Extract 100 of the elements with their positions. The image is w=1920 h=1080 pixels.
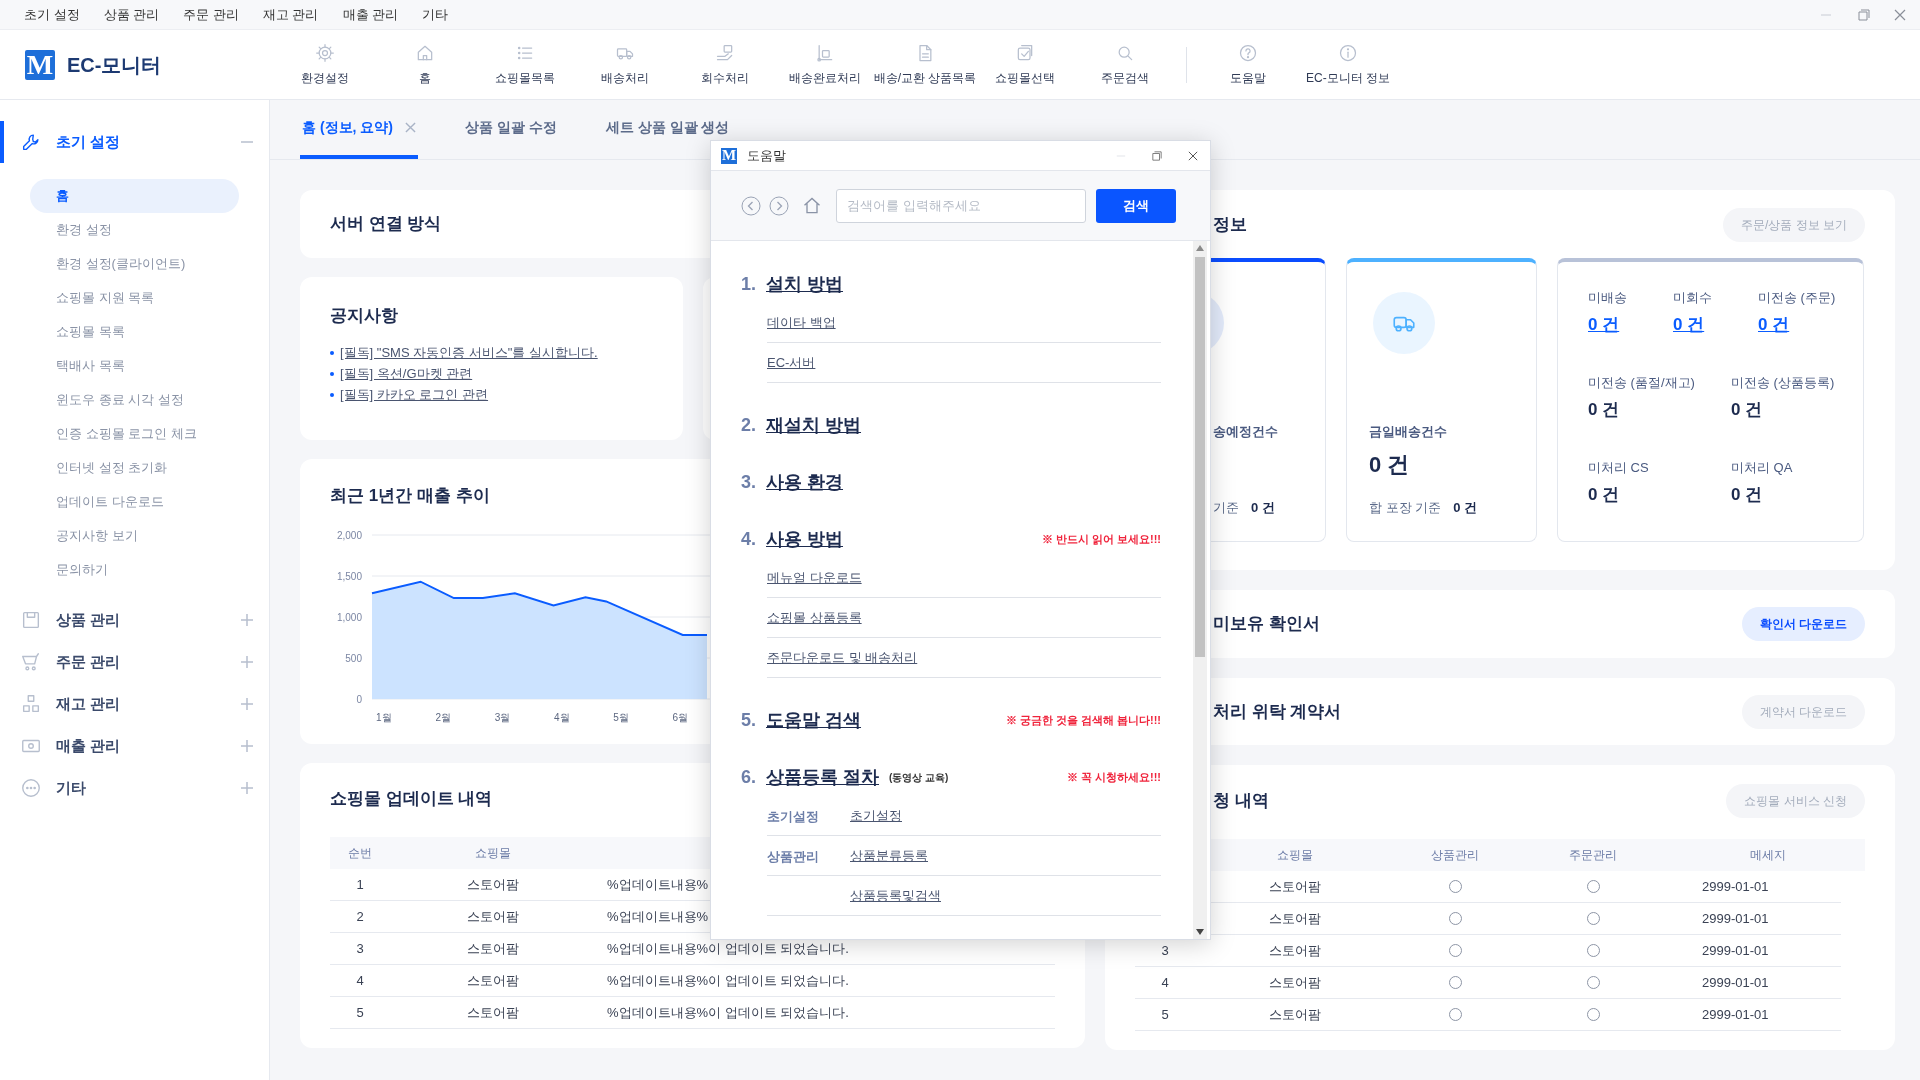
help-link[interactable]: 초기설정 (850, 805, 902, 826)
table-cell-text: 5 (355, 1003, 365, 1022)
toolbar-button[interactable]: EC-모니터 정보 (1298, 29, 1398, 100)
menu-item[interactable]: 기타 (410, 4, 461, 25)
plus-icon (241, 782, 253, 794)
stat-footer-label: 기준 (1213, 498, 1239, 517)
search-field[interactable]: 검색어를 입력해주세요 (836, 188, 1086, 223)
stat-link[interactable]: 0 건 (1588, 311, 1673, 337)
sidebar-section[interactable]: 상품 관리 (0, 599, 269, 641)
logo: M (721, 147, 737, 164)
scroll-up-icon[interactable] (1196, 245, 1204, 251)
menu-item[interactable]: 상품 관리 (91, 4, 172, 25)
bullet-icon (330, 393, 334, 397)
axis-label: 2,000 (336, 529, 362, 541)
section-link[interactable]: 사용 환경 (766, 468, 843, 496)
notice-link[interactable]: [필독] "SMS 자동인증 서비스"를 실시합니다. (340, 343, 598, 363)
toolbar-button[interactable]: 쇼핑몰선택 (975, 29, 1075, 100)
logo: M (25, 49, 55, 80)
column-header: 메세지 (1749, 847, 1787, 864)
section-number: 6. (741, 765, 757, 789)
section-number: 4. (741, 527, 757, 551)
tab[interactable]: 상품 일괄 수정 (463, 99, 559, 159)
section-link[interactable]: 재설치 방법 (766, 411, 861, 439)
restore-icon[interactable] (1152, 150, 1162, 161)
stat-footer-value: 0 건 (1453, 498, 1478, 517)
note-text: ※ 궁금한 것을 검색해 봅니다!!! (1005, 712, 1161, 728)
stat-label: 금일배송건수 (1369, 423, 1447, 441)
table-cell-text: 4 (355, 971, 365, 990)
table-cell-text: 스토어팜 (1268, 1005, 1322, 1024)
category-label: 초기설정 (767, 808, 819, 824)
table-cell-text: %업데이트내용%이 업데이트 되었습니다. (606, 1003, 850, 1022)
axis-label: 1월 (376, 711, 392, 723)
toolbar-button[interactable]: 주문검색 (1075, 29, 1175, 100)
checkbox-icon (1015, 42, 1035, 63)
sidebar-item[interactable]: 홈 (30, 179, 239, 213)
toolbar-button[interactable]: 배송처리 (575, 29, 675, 100)
notice-link[interactable]: [필독] 카카오 로그인 관련 (340, 385, 489, 405)
toolbar-button[interactable]: 쇼핑몰목록 (475, 29, 575, 100)
section-link[interactable]: 도움말 검색 (766, 706, 861, 734)
table-cell-text: 2 (355, 907, 365, 926)
help-link[interactable]: 데이타 백업 (767, 312, 836, 333)
restore-icon[interactable] (1858, 8, 1870, 21)
help-link[interactable]: 주문다운로드 및 배송처리 (767, 647, 918, 668)
sidebar-section[interactable]: 매출 관리 (0, 725, 269, 767)
plus-icon (241, 614, 253, 626)
table-cell-text: 스토어팜 (466, 1003, 520, 1022)
app-name: EC-모니터 (67, 52, 162, 78)
menu-item[interactable]: 주문 관리 (171, 4, 251, 25)
toolbar-button[interactable]: 도움말 (1198, 29, 1298, 100)
back-icon[interactable] (741, 195, 761, 216)
stat-footer-value: 0 건 (1251, 498, 1275, 517)
help-link[interactable]: 상품등록및검색 (850, 885, 941, 906)
axis-label: 5월 (613, 711, 629, 723)
axis-label: 6월 (672, 711, 689, 723)
table-cell-text: 2999-01-01 (1701, 877, 1770, 896)
stat-link[interactable]: 0 건 (1673, 311, 1758, 337)
sidebar-section[interactable]: 기타 (0, 767, 269, 809)
menu-item[interactable]: 초기 설정 (12, 4, 92, 25)
stat-value: 0 건 (1731, 483, 1764, 506)
menu-item[interactable]: 재고 관리 (250, 4, 331, 25)
toolbar-button[interactable]: 환경설정 (275, 29, 375, 100)
axis-label: 1,000 (336, 611, 362, 623)
axis-label: 3월 (494, 711, 511, 723)
download-button[interactable]: 확인서 다운로드 (1741, 607, 1865, 641)
toolbar-button[interactable]: 배송/교환 상품목록 (875, 29, 975, 100)
section-number: 2. (741, 413, 757, 437)
help-link[interactable]: 메뉴얼 다운로드 (767, 567, 862, 588)
card-title: 청 내역 (1213, 790, 1269, 813)
axis-label: 2월 (435, 711, 451, 723)
table-cell-text: 스토어팜 (1268, 909, 1322, 928)
stat-label: 미전송 (품절/재고) (1588, 374, 1696, 392)
tab[interactable]: 홈 (정보, 요약) (300, 99, 418, 159)
sidebar-section[interactable]: 재고 관리 (0, 683, 269, 725)
axis-label: 500 (345, 652, 362, 664)
section-link[interactable]: 사용 방법 (766, 525, 843, 553)
toolbar-button[interactable]: 회수처리 (675, 29, 775, 100)
sidebar-section[interactable]: 주문 관리 (0, 641, 269, 683)
table-cell-text: 2999-01-01 (1701, 909, 1770, 928)
menu-item[interactable]: 매출 관리 (330, 4, 411, 25)
notice-link[interactable]: [필독] 옥션/G마켓 관련 (340, 364, 473, 384)
scroll-down-icon[interactable] (1196, 929, 1204, 935)
toolbar-button[interactable]: 홈 (375, 29, 475, 100)
close-icon[interactable] (1188, 150, 1198, 161)
search-button[interactable]: 검색 (1096, 188, 1176, 223)
help-link[interactable]: EC-서버 (767, 352, 816, 373)
bullet-icon (330, 351, 334, 355)
table-cell-text: 2999-01-01 (1701, 1005, 1770, 1024)
help-link[interactable]: 쇼핑몰 상품등록 (767, 607, 862, 628)
scrollbar[interactable] (1193, 241, 1207, 939)
home-icon[interactable] (802, 195, 822, 216)
table-cell-text: 2999-01-01 (1701, 941, 1770, 960)
section-link[interactable]: 상품등록 절차 (766, 763, 879, 791)
section-link[interactable]: 설치 방법 (766, 270, 843, 298)
help-link[interactable]: 상품분류등록 (850, 845, 928, 866)
table-cell-text: 스토어팜 (1268, 877, 1322, 896)
stat-link[interactable]: 0 건 (1758, 311, 1836, 337)
toolbar-button[interactable]: 배송완료처리 (775, 29, 875, 100)
sidebar-section[interactable]: 초기 설정 (0, 121, 269, 163)
card-title: 미보유 확인서 (1213, 613, 1320, 636)
forward-icon[interactable] (769, 195, 789, 216)
